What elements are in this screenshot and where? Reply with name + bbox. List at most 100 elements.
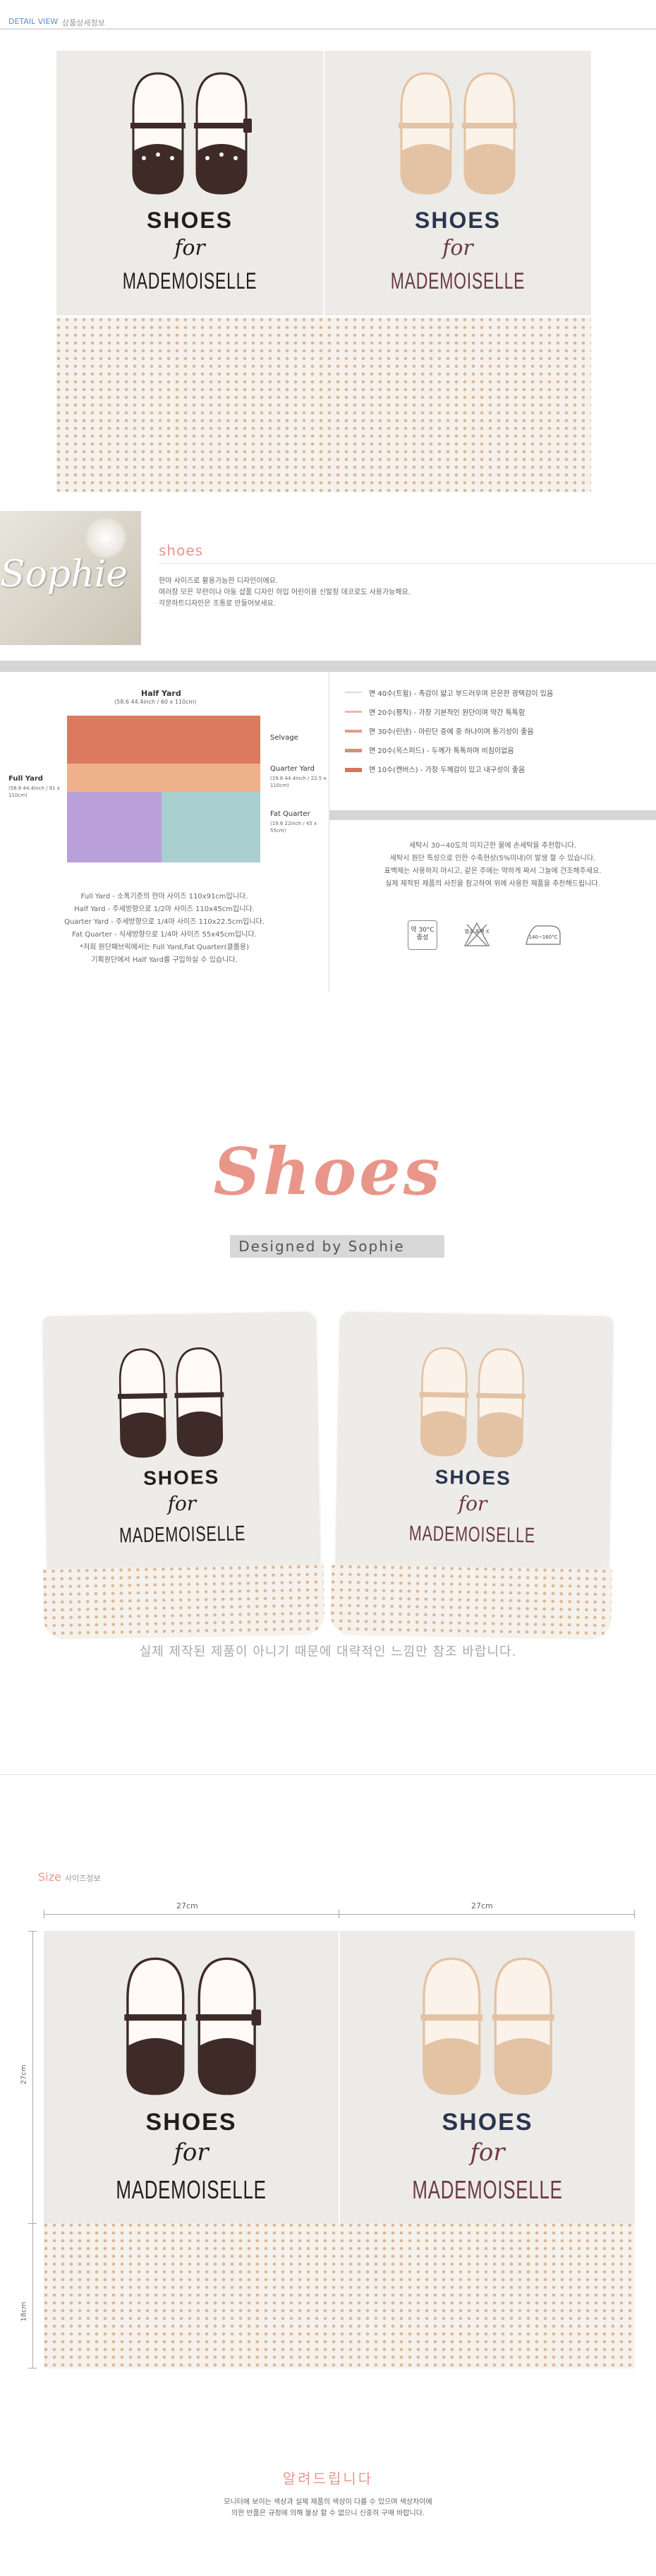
ruler-tick [634, 1910, 635, 1918]
width-right-label: 27cm [471, 1901, 493, 1910]
no-bleach-label: 염소 표백 X [464, 929, 490, 934]
ruler-tick [28, 2368, 37, 2369]
pillow-title-shoes: SHOES [142, 1466, 220, 1489]
fabric-type-label: 면 20수(평직) - 가장 기본적인 원단이며 약간 톡톡함 [369, 709, 526, 717]
desc-line: 여러장 모은 무란이나 아동 샵품 디자인 하입 어린이용 신발장 데코로도 사… [159, 589, 411, 596]
half-yard-swatch [67, 716, 260, 764]
wash-label: 약 30°C 중성 [411, 927, 435, 941]
half-yard-dims: (58.6 44.4inch / 60 x 110cm) [114, 699, 197, 705]
pillow-title-shoes-light: SHOES [435, 1466, 512, 1489]
notice-text: 실제 제작된 제품이 아니기 때문에 대략적인 느낌만 참조 바랍니다. [139, 1644, 517, 1659]
footer-line: 의한 반품은 규정에 의해 불상 할 수 없으니 신중히 구매 바랍니다. [231, 2510, 425, 2517]
quarter-yard-dims: (19.6 44.4inch / 22.5 x 110cm) [270, 776, 327, 788]
no-bleach-icon: 염소 표백 X [463, 920, 491, 949]
full-yard-dims: (58.6 44.4inch / 91 x 110cm) [8, 786, 60, 798]
quarter-yard-swatch [67, 764, 260, 792]
ruler-tick [28, 2223, 37, 2224]
section-divider [0, 1774, 656, 1775]
pillow-title-for-light: for [458, 1491, 487, 1516]
light-shoe-panel: SHOES for MADEMOISELLE [324, 51, 591, 315]
fabric-type-label: 면 20수(옥스퍼드) - 두께가 톡톡하며 비침이없음 [369, 747, 514, 755]
detail-view-label: DETAIL VIEW [8, 17, 59, 26]
dark-shoes-illustration [117, 1347, 224, 1458]
top-fabric: SHOES for MADEMOISELLE SHOES for MADEMOI… [56, 51, 591, 492]
info-label: 상품상세정보 [62, 18, 105, 28]
dark-shoes-illustration [124, 1957, 262, 2095]
size-heart-pattern [44, 2223, 635, 2369]
size-title-for: for [174, 2138, 209, 2167]
height-top-label: 27cm [20, 2064, 28, 2085]
footer-line: 모니터에 보이는 색상과 실제 제품의 색상이 다를 수 있으며 색상차이에 [224, 2498, 432, 2506]
selvage-label: Selvage [270, 734, 298, 742]
iron-icon: 140~160°C [522, 920, 564, 949]
note-line: 기획원단에서 Half Yard를 구입하실 수 있습니다. [91, 956, 238, 964]
flower-decoration [85, 517, 127, 559]
size-title-mademoiselle-light: MADEMOISELLE [412, 2175, 563, 2204]
size-title-shoes: SHOES [145, 2109, 237, 2136]
fabric-type-label: 면 40수(트윌) - 촉감이 얇고 부드러우며 은은한 광택감이 있음 [369, 690, 554, 698]
footer-text: 모니터에 보이는 색상과 실제 제품의 색상이 다를 수 있으며 색상차이에 의… [0, 2497, 656, 2520]
title-shoes: SHOES [146, 207, 233, 233]
size-fabric: SHOES for MADEMOISELLE SHOES for MADEMOI… [44, 1931, 635, 2369]
size-sub: 사이즈정보 [65, 1874, 101, 1883]
title-mademoiselle-light: MADEMOISELLE [390, 268, 526, 294]
care-line: 세탁시 30~40도의 미지근한 물에 손세탁을 추천합니다. [409, 842, 576, 850]
height-ruler [32, 1931, 33, 2369]
ruler-tick [28, 1931, 37, 1932]
pillow-title-mademoiselle: MADEMOISELLE [119, 1522, 246, 1548]
half-yard-label: Half Yard [141, 689, 181, 698]
line-swatch [345, 730, 362, 733]
height-bottom-label: 18cm [20, 2301, 28, 2322]
light-shoes-illustration [419, 1347, 526, 1458]
size-title-for-light: for [470, 2138, 505, 2167]
heart-pattern [56, 318, 591, 492]
pillow-title-for: for [167, 1491, 197, 1516]
wash-icon: 약 30°C 중성 [408, 920, 437, 950]
pillow-title-mademoiselle-light: MADEMOISELLE [408, 1522, 536, 1548]
fat-quarter-dims: (19.6 22inch / 45 x 55cm) [270, 821, 317, 833]
note-line: Half Yard - 주세방향으로 1/2마 사이즈 110x45cm입니다. [74, 905, 255, 913]
size-label: Size [38, 1870, 61, 1884]
quarter-yard-label: Quarter Yard [270, 765, 315, 773]
fabric-type-label: 면 30수(린넨) - 마린단 중에 중 하나이며 통기성이 좋음 [369, 728, 534, 736]
sophie-logo: Sophie [0, 553, 128, 596]
hero-title: Shoes [213, 1133, 443, 1210]
info-header-bar [0, 661, 656, 672]
line-swatch [345, 711, 362, 713]
designer-desc: 한마 사이즈로 활용가능한 디자인이에요. 여러장 모은 무란이나 아동 샵품 … [159, 576, 638, 610]
note-line: *저희 원단패브릭에서는 Full Yard,Fat Quarter(클롭용) [79, 944, 250, 951]
desc-line: 한마 사이즈로 활용가능한 디자인이에요. [159, 577, 279, 585]
care-line: 표백제는 사용하지 마시고, 같은 주에는 약하게 짜서 그늘에 건조해주세요. [384, 867, 602, 875]
note-line: Full Yard - 소폭기준의 한마 사이즈 110x91cm입니다. [80, 893, 248, 901]
care-line: 세탁시 원단 특성으로 인한 수축현상(5%미내)이 발생 할 수 있습니다. [389, 855, 596, 862]
size-title-shoes-light: SHOES [442, 2109, 533, 2136]
header-divider [0, 28, 656, 30]
designer-divider [159, 563, 656, 564]
fat-quarter-blue-swatch [162, 792, 260, 862]
fat-quarter-label: Fat Quarter [270, 810, 310, 818]
line-swatch [345, 768, 362, 772]
size-light-panel: SHOES for MADEMOISELLE [340, 1931, 635, 2223]
full-yard-label: Full Yard [8, 775, 43, 783]
header: DETAIL VIEW 상품상세정보 [0, 0, 656, 31]
dark-shoe-panel: SHOES for MADEMOISELLE [56, 51, 323, 315]
pillow-ruffle [42, 1564, 325, 1640]
no-bleach-triangle [463, 922, 490, 946]
line-swatch [345, 749, 362, 752]
footer-title: 알려드립니다 [282, 2470, 374, 2487]
dark-shoes-illustration [130, 72, 252, 195]
hero-subtitle: Designed by Sophie [238, 1238, 405, 1255]
note-line: Quarter Yard - 주세방향으로 1/4마 사이즈 110x22.5c… [64, 918, 265, 926]
pillow-right: SHOES for MADEMOISELLE [329, 1311, 612, 1640]
title-mademoiselle: MADEMOISELLE [122, 268, 257, 294]
note-line: Fat Quarter - 식세방향으로 1/4마 사이즈 55x45cm입니다… [72, 931, 257, 939]
light-shoes-illustration [420, 1957, 554, 2095]
title-for: for [174, 236, 205, 260]
fabric-size-notes: Full Yard - 소폭기준의 한마 사이즈 110x91cm입니다. Ha… [0, 891, 329, 967]
width-left-label: 27cm [176, 1901, 198, 1910]
fabric-types: 면 40수(트윌) - 촉감이 얇고 부드러우며 은은한 광택감이 있음 면 2… [329, 672, 656, 810]
iron-label: 140~160°C [528, 934, 558, 940]
pillow-left: SHOES for MADEMOISELLE [42, 1311, 325, 1640]
pillow-ruffle [329, 1564, 612, 1640]
title-for-light: for [442, 236, 473, 260]
